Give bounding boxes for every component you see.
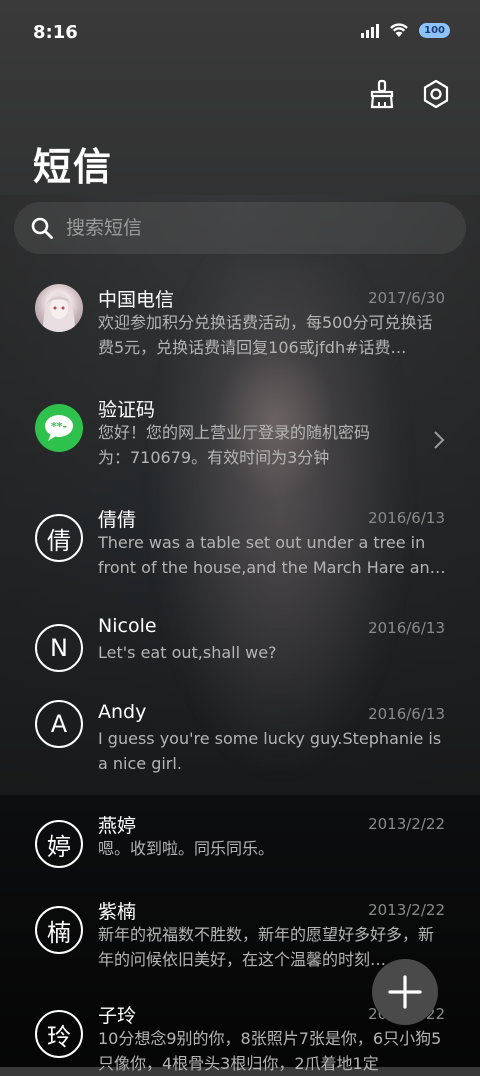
avatar: N bbox=[35, 624, 83, 672]
message-preview: 您好！您的网上营业厅登录的随机密码为：710679。有效时间为3分钟 bbox=[98, 423, 371, 467]
status-time: 8:16 bbox=[33, 22, 78, 43]
conversation-row[interactable]: **- 验证码 您好！您的网上营业厅登录的随机密码为：710679。有效时间为3… bbox=[0, 382, 480, 492]
message-date: 2017/6/30 bbox=[368, 289, 445, 307]
conversation-row[interactable]: N Nicole 2016/6/13 Let's eat out,shall w… bbox=[0, 602, 480, 688]
contact-name: 验证码 bbox=[98, 399, 156, 421]
message-preview: 嗯。收到啦。同乐同乐。 bbox=[98, 839, 275, 858]
contact-name: 子玲 bbox=[98, 1005, 137, 1027]
search-icon bbox=[31, 217, 53, 239]
message-date: 2013/2/22 bbox=[368, 815, 445, 833]
avatar bbox=[35, 284, 83, 332]
contact-name: Nicole bbox=[98, 615, 157, 637]
top-actions bbox=[366, 78, 452, 110]
settings-icon[interactable] bbox=[420, 78, 452, 110]
message-preview: Let's eat out,shall we? bbox=[98, 643, 277, 662]
message-list: 中国电信 2017/6/30 欢迎参加积分兑换话费活动，每500分可兑换话费5元… bbox=[0, 272, 480, 1073]
contact-name: 中国电信 bbox=[98, 289, 175, 311]
message-preview: 欢迎参加积分兑换话费活动，每500分可兑换话费5元，兑换话费请回复106或jfd… bbox=[98, 313, 433, 357]
contact-name: Andy bbox=[98, 701, 147, 723]
conversation-row[interactable]: 中国电信 2017/6/30 欢迎参加积分兑换话费活动，每500分可兑换话费5元… bbox=[0, 272, 480, 382]
message-date: 2016/6/13 bbox=[368, 619, 445, 637]
avatar: 玲 bbox=[35, 1010, 83, 1058]
message-preview: 10分想念9别的你，8张照片7张是你，6只小狗5只像你，4根骨头3根归你，2爪着… bbox=[98, 1029, 442, 1073]
status-bar: 8:16 100 bbox=[0, 0, 480, 64]
wifi-icon bbox=[390, 23, 408, 37]
avatar: **- bbox=[35, 404, 83, 452]
conversation-row[interactable]: A Andy 2016/6/13 I guess you're some luc… bbox=[0, 688, 480, 798]
avatar: 婷 bbox=[35, 820, 83, 868]
contact-name: 倩倩 bbox=[98, 509, 137, 531]
page-title: 短信 bbox=[33, 145, 114, 189]
avatar: A bbox=[35, 700, 83, 748]
conversation-row[interactable]: 倩 倩倩 2016/6/13 There was a table set out… bbox=[0, 492, 480, 602]
new-message-button[interactable] bbox=[372, 959, 438, 1025]
status-icons: 100 bbox=[361, 22, 450, 38]
svg-text:**-: **- bbox=[51, 420, 67, 433]
message-preview: I guess you're some lucky guy.Stephanie … bbox=[98, 729, 442, 773]
message-date: 2013/2/22 bbox=[368, 901, 445, 919]
signal-icon bbox=[361, 22, 380, 38]
plus-icon bbox=[388, 975, 422, 1009]
conversation-row[interactable]: 婷 燕婷 2013/2/22 嗯。收到啦。同乐同乐。 bbox=[0, 798, 480, 884]
message-preview: There was a table set out under a tree i… bbox=[98, 533, 446, 577]
broom-icon[interactable] bbox=[366, 78, 398, 110]
contact-name: 燕婷 bbox=[98, 815, 137, 837]
avatar: 楠 bbox=[35, 906, 83, 954]
message-date: 2016/6/13 bbox=[368, 509, 445, 527]
avatar: 倩 bbox=[35, 514, 83, 562]
contact-name: 紫楠 bbox=[98, 901, 137, 923]
search-bar[interactable] bbox=[14, 202, 466, 254]
search-input[interactable] bbox=[64, 216, 428, 240]
chat-bubble-icon: **- bbox=[45, 415, 73, 441]
chevron-right-icon[interactable] bbox=[433, 430, 445, 450]
message-date: 2016/6/13 bbox=[368, 705, 445, 723]
battery-indicator: 100 bbox=[419, 22, 450, 38]
